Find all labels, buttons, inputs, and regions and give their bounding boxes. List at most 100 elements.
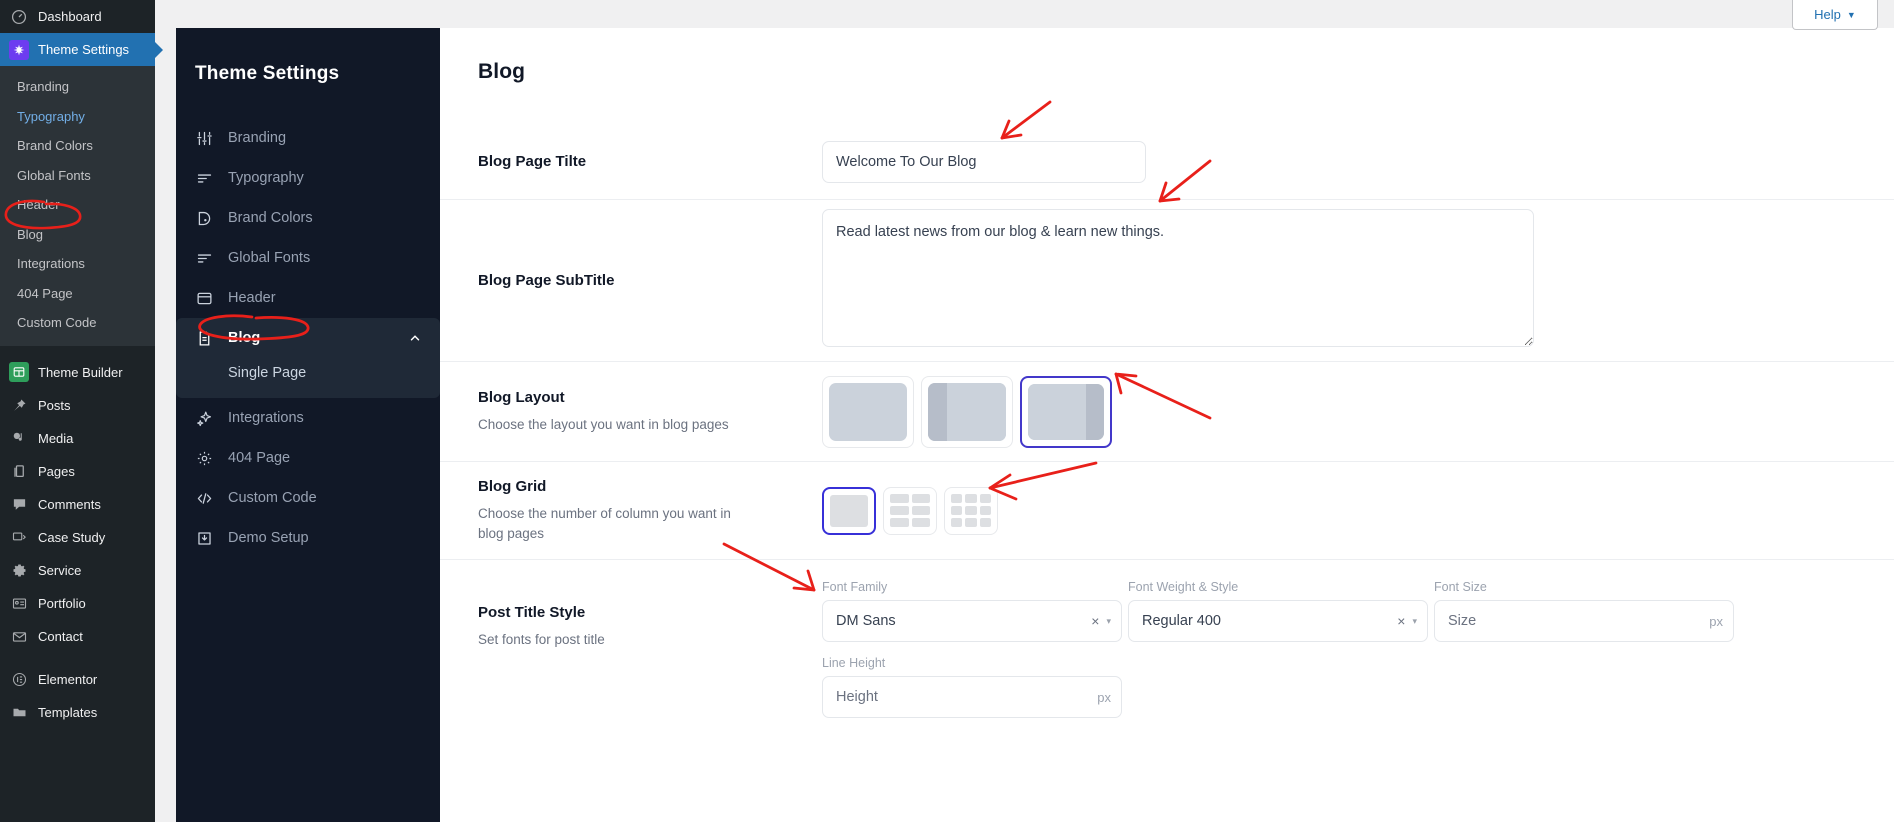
submenu-item-custom-code[interactable]: Custom Code [0,308,155,338]
sidebar-item-label: Service [38,562,82,578]
layout-option-right-sidebar[interactable] [1020,375,1112,448]
layout-option-left-sidebar[interactable] [921,375,1013,448]
grid-option-two-column[interactable] [883,486,937,535]
panel-item-404-page[interactable]: 404 Page [176,438,440,478]
page-title: Blog [478,60,526,83]
panel-item-header[interactable]: Header [176,278,440,318]
screen-root: Dashboard Theme Settings Branding Typogr… [0,0,1894,822]
row-field [822,375,1862,448]
line-height-placeholder: Height [836,689,878,705]
sidebar-item-comments[interactable]: Comments [0,488,155,521]
panel-item-branding[interactable]: Branding [176,118,440,158]
panel-item-brand-colors[interactable]: Brand Colors [176,198,440,238]
submenu-item-branding[interactable]: Branding [0,72,155,102]
line-height-input-wrap[interactable]: Height px [822,676,1122,718]
text-lines-icon [195,169,213,187]
panel-item-label: Global Fonts [228,250,311,266]
layout-main-area [1028,383,1086,440]
chevron-down-icon[interactable]: ▾ [1106,616,1111,627]
font-size-input-wrap[interactable]: Size px [1434,600,1734,642]
theme-settings-icon [9,39,29,60]
row-blog-page-title: Blog Page Tilte [440,124,1894,200]
clear-icon[interactable]: × [1084,613,1106,629]
sidebar-item-media[interactable]: Media [0,422,155,455]
submenu-item-typography[interactable]: Typography [0,102,155,132]
panel-subitem-single-page[interactable]: Single Page [176,358,440,390]
chevron-up-icon[interactable] [408,331,422,345]
sidebar-item-label: Dashboard [38,9,102,24]
sidebar-item-label: Contact [38,628,83,644]
panel-item-demo-setup[interactable]: Demo Setup [176,518,440,558]
submenu-item-header[interactable]: Header [0,190,155,220]
sidebar-item-templates[interactable]: Templates [0,696,155,729]
sidebar-item-label: Case Study [38,529,106,545]
document-icon [195,329,213,347]
panel-item-label: Blog [228,330,261,346]
sidebar-item-service[interactable]: Service [0,554,155,587]
panel-item-label: Branding [228,130,287,146]
comment-icon [9,494,29,514]
clear-icon[interactable]: × [1390,613,1412,629]
window-icon [195,289,213,307]
gear-icon [195,449,213,467]
sidebar-item-pages[interactable]: Pages [0,455,155,488]
sidebar-item-case-study[interactable]: Case Study [0,521,155,554]
sidebar-item-theme-builder[interactable]: Theme Builder [0,356,155,389]
pages-icon [9,461,29,481]
font-size-placeholder: Size [1448,613,1477,629]
row-label: Blog Page SubTitle [478,272,822,289]
panel-item-label: Integrations [228,410,304,426]
panel-item-global-fonts[interactable]: Global Fonts [176,238,440,278]
grid-option-three-column[interactable] [944,486,998,535]
font-weight-field: Font Weight & Style Regular 400 × ▾ [1128,580,1428,642]
submenu-item-404-page[interactable]: 404 Page [0,279,155,309]
sidebar-item-portfolio[interactable]: Portfolio [0,587,155,620]
font-family-select[interactable]: DM Sans × ▾ [822,600,1122,642]
submenu-item-blog[interactable]: Blog [0,220,155,250]
sidebar-item-elementor[interactable]: Elementor [0,663,155,696]
field-label: Post Title Style [478,604,586,621]
sidebar-item-label: Posts [38,397,71,413]
panel-item-integrations[interactable]: Integrations [176,398,440,438]
demo-import-icon [195,529,213,547]
palette-icon [195,209,213,227]
theme-settings-panel: Theme Settings Branding Typography Brand… [176,28,440,822]
row-label: Blog Page Tilte [478,153,822,170]
row-blog-page-subtitle: Blog Page SubTitle [440,200,1894,362]
sidebar-item-posts[interactable]: Posts [0,389,155,422]
layout-sidebar-area [1085,383,1104,440]
panel-item-typography[interactable]: Typography [176,158,440,198]
blog-page-subtitle-textarea[interactable] [822,209,1534,347]
panel-item-custom-code[interactable]: Custom Code [176,478,440,518]
help-button[interactable]: Help ▼ [1792,0,1878,30]
chevron-down-icon[interactable]: ▾ [1412,616,1417,627]
field-description: Set fonts for post title [478,632,605,647]
panel-item-label: Custom Code [228,490,317,506]
grid-option-one-column[interactable] [822,486,876,535]
font-family-caption: Font Family [822,580,888,594]
panel-item-blog[interactable]: Blog [176,318,440,358]
wp-admin-sidebar: Dashboard Theme Settings Branding Typogr… [0,0,155,822]
sidebar-item-label: Portfolio [38,595,86,611]
sidebar-item-dashboard[interactable]: Dashboard [0,0,155,33]
sidebar-divider [0,346,155,356]
field-label: Blog Page SubTitle [478,272,615,289]
sidebar-item-contact[interactable]: Contact [0,620,155,653]
grid-preview [890,493,930,528]
theme-settings-submenu: Branding Typography Brand Colors Global … [0,66,155,346]
submenu-item-integrations[interactable]: Integrations [0,249,155,279]
panel-item-label: Demo Setup [228,530,309,546]
row-blog-layout: Blog Layout Choose the layout you want i… [440,362,1894,462]
sidebar-item-theme-settings[interactable]: Theme Settings [0,33,155,66]
submenu-item-brand-colors[interactable]: Brand Colors [0,131,155,161]
blog-page-title-input[interactable] [822,140,1146,183]
row-label: Blog Layout Choose the layout you want i… [478,389,822,435]
font-weight-select[interactable]: Regular 400 × ▾ [1128,600,1428,642]
grid-preview [830,494,868,527]
sidebar-item-label: Comments [38,496,101,512]
field-description: Choose the number of column you want in … [478,505,731,541]
text-lines-icon [195,249,213,267]
submenu-item-global-fonts[interactable]: Global Fonts [0,161,155,191]
row-label: Post Title Style Set fonts for post titl… [478,578,822,650]
layout-option-full-width[interactable] [822,375,914,448]
